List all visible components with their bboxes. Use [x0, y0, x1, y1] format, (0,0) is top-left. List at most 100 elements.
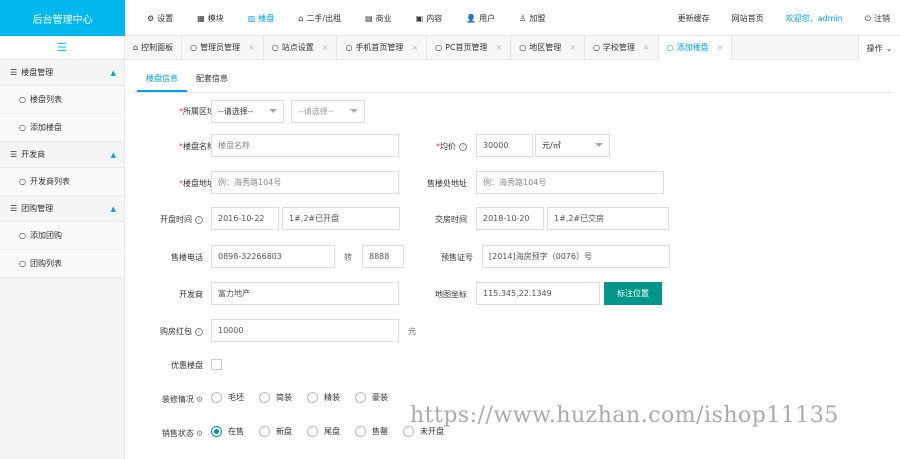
house-icon: ⌂: [298, 13, 304, 23]
sidebar-group-developers[interactable]: ☰ 开发商 ▲: [0, 142, 124, 168]
close-icon[interactable]: ×: [496, 43, 503, 52]
tab-region[interactable]: ○ 地区管理 ×: [511, 35, 585, 60]
sales-address-input[interactable]: 例：海秀路104号: [476, 171, 664, 194]
discount-checkbox[interactable]: [211, 359, 222, 370]
area-province-select[interactable]: --请选择--: [211, 100, 284, 123]
content-icon: ▣: [415, 13, 424, 23]
topnav-buildings[interactable]: ▥ 楼盘: [248, 13, 275, 24]
address-input[interactable]: 例：海秀路104号: [211, 171, 399, 194]
tab-dashboard[interactable]: ⌂ 控制面板: [125, 35, 183, 60]
name-input[interactable]: 楼盘名称: [211, 134, 399, 157]
tab-admin[interactable]: ○ 管理员管理 ×: [182, 35, 264, 60]
close-icon[interactable]: ×: [248, 43, 255, 52]
sales-status-label: 销售状态 ⚙: [161, 429, 203, 438]
red-packet-input[interactable]: 10000: [211, 319, 399, 342]
radio-circle: [211, 392, 222, 403]
sidebar-group-buildings[interactable]: ☰ 楼盘管理 ▲: [0, 60, 124, 86]
sidebar-group-groupbuy[interactable]: ☰ 团购管理 ▲: [0, 196, 124, 222]
update-cache-link[interactable]: 更新缓存: [678, 13, 710, 24]
topnav-franchise[interactable]: ♙ 加盟: [519, 13, 545, 24]
shop-icon: ▤: [365, 13, 373, 23]
sidebar-item-label: 开发商列表: [29, 177, 70, 186]
logout-label: 注销: [874, 13, 890, 23]
permit-input[interactable]: [2014]海房预字（0076）号: [482, 245, 670, 268]
phone-input[interactable]: 0898-32266803: [211, 245, 335, 268]
circle-icon: ○: [19, 259, 26, 268]
deliver-date-input[interactable]: 2018-10-20: [476, 207, 544, 230]
menu-toggle-icon[interactable]: ☰: [0, 36, 124, 60]
brand-title: 后台管理中心: [0, 0, 125, 36]
info-icon: i: [195, 215, 203, 224]
decoration-option[interactable]: 简装: [259, 392, 292, 403]
topnav-content[interactable]: ▣ 内容: [416, 13, 443, 24]
list-icon: ☰: [10, 204, 18, 213]
status-option[interactable]: 尾盘: [307, 426, 340, 437]
status-option-selected[interactable]: 在售: [211, 426, 244, 437]
deliver-note-input[interactable]: 1#,2#已交房: [547, 207, 669, 230]
tab-label: 管理员管理: [200, 43, 241, 52]
circle-icon: ○: [345, 43, 353, 52]
sidebar-item-add-groupbuy[interactable]: ○ 添加团购: [0, 222, 124, 250]
topnav-users[interactable]: 👤 用户: [466, 13, 495, 24]
radio-circle-checked: [211, 426, 222, 437]
chevron-down-icon: ⌄: [885, 43, 893, 53]
decoration-option[interactable]: 豪装: [355, 392, 388, 403]
circle-icon: ○: [19, 231, 26, 240]
coordinates-input[interactable]: 115.345,22.1349: [476, 282, 600, 305]
tab-label: 地区管理: [529, 43, 562, 52]
welcome-user[interactable]: 欢迎您，admin: [786, 13, 843, 24]
topnav-settings[interactable]: ⚙ 设置: [147, 13, 173, 24]
close-icon[interactable]: ×: [411, 43, 418, 52]
site-home-link[interactable]: 网站首页: [732, 13, 764, 24]
price-label: *均价 i: [415, 141, 467, 152]
price-input[interactable]: 30000: [476, 134, 533, 157]
close-icon[interactable]: ×: [717, 43, 724, 52]
topnav-label: 用户: [479, 13, 496, 23]
close-icon[interactable]: ×: [322, 43, 329, 52]
logout-link[interactable]: ⏻ 注销: [865, 13, 890, 24]
developer-label: 开发商: [179, 290, 203, 299]
tab-school[interactable]: ○ 学校管理 ×: [585, 35, 659, 60]
developer-input[interactable]: 富力地产: [211, 282, 399, 305]
close-icon[interactable]: ×: [569, 43, 576, 52]
topnav-modules[interactable]: ▦ 模块: [197, 13, 224, 24]
deliver-time-label: 交房时间: [435, 215, 467, 224]
topnav-label: 楼盘: [258, 13, 275, 23]
open-note-input[interactable]: 1#,2#已开盘: [282, 207, 400, 230]
tab-pc-home[interactable]: ○ PC首页管理 ×: [427, 35, 512, 60]
tab-label: PC首页管理: [445, 43, 488, 52]
status-option[interactable]: 售罄: [355, 426, 388, 437]
tab-label: 手机首页管理: [355, 43, 404, 52]
top-bar: ⚙ 设置 ▦ 模块 ▥ 楼盘 ⌂ 二手/出租 ▤ 商业 ▣ 内容 👤 用户 ♙ 加盟 更新缓存 …: [125, 0, 900, 36]
area-city-select[interactable]: --请选择--: [291, 100, 365, 123]
tab-label: 学校管理: [602, 43, 635, 52]
sidebar-item-developer-list[interactable]: ○ 开发商列表: [0, 168, 124, 196]
sidebar-item-building-list[interactable]: ○ 楼盘列表: [0, 86, 124, 114]
open-date-input[interactable]: 2016-10-22: [211, 207, 279, 230]
extension-input[interactable]: 8888: [362, 245, 404, 268]
sidebar-item-add-building[interactable]: ○ 添加楼盘: [0, 114, 124, 142]
tab-mobile-home[interactable]: ○ 手机首页管理 ×: [337, 35, 428, 60]
subtab-facilities[interactable]: 配套信息: [187, 72, 237, 92]
price-unit-select[interactable]: 元/㎡: [535, 134, 610, 157]
radio-circle: [259, 426, 270, 437]
gear-icon: ⚙: [195, 395, 203, 404]
franchise-icon: ♙: [519, 13, 527, 23]
red-packet-unit: 元: [408, 327, 416, 336]
sidebar-item-groupbuy-list[interactable]: ○ 团购列表: [0, 250, 124, 278]
mark-location-button[interactable]: 标注位置: [604, 282, 662, 305]
close-icon[interactable]: ×: [643, 43, 650, 52]
topnav-commerce[interactable]: ▤ 商业: [365, 13, 392, 24]
tab-site-settings[interactable]: ○ 站点设置 ×: [264, 35, 338, 60]
status-option[interactable]: 新盘: [259, 426, 292, 437]
operation-menu[interactable]: 操作 ⌄: [858, 36, 900, 60]
tab-add-building[interactable]: ○ 添加楼盘 ×: [658, 35, 733, 60]
extension-label: 转: [344, 253, 352, 262]
decoration-option[interactable]: 精装: [307, 392, 340, 403]
sidebar-group-label: 团购管理: [21, 204, 54, 213]
topnav-secondhand[interactable]: ⌂ 二手/出租: [298, 13, 341, 24]
sidebar-item-label: 楼盘列表: [29, 95, 62, 104]
area-label: *所属区域: [179, 107, 215, 116]
subtab-building-info[interactable]: 楼盘信息: [137, 72, 187, 92]
decoration-option[interactable]: 毛坯: [211, 392, 244, 403]
